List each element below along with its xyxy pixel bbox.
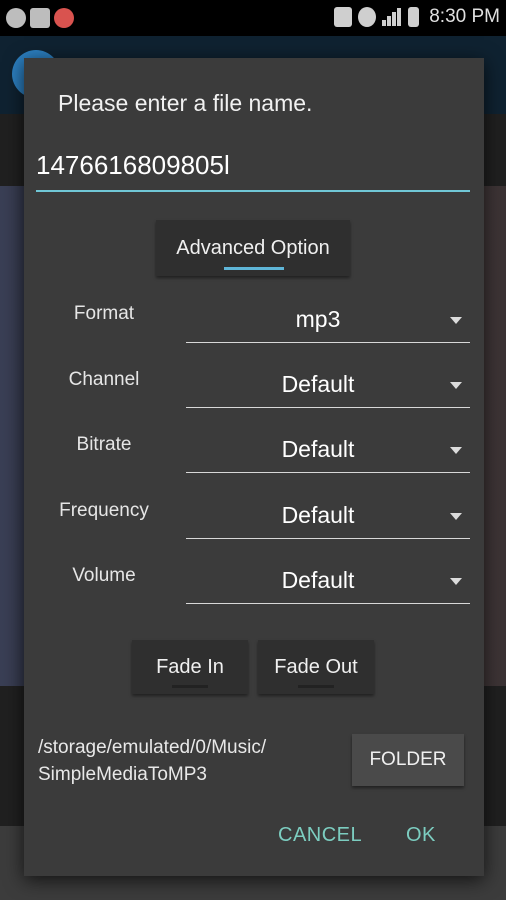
- folder-button[interactable]: FOLDER: [352, 734, 464, 786]
- bitrate-label: Bitrate: [76, 434, 132, 455]
- image-icon: [30, 8, 50, 28]
- channel-dropdown[interactable]: Default: [186, 363, 470, 408]
- volume-value: Default: [281, 567, 355, 593]
- toggle-indicator: [172, 685, 208, 688]
- notification-icons: [6, 8, 74, 28]
- dropdown-arrow-icon: [450, 447, 462, 454]
- dropdown-arrow-icon: [450, 513, 462, 520]
- frequency-dropdown[interactable]: Default: [186, 494, 470, 539]
- frequency-value: Default: [281, 502, 355, 528]
- dropdown-arrow-icon: [450, 578, 462, 585]
- sync-icon: [6, 8, 26, 28]
- fade-in-button[interactable]: Fade In: [132, 640, 248, 694]
- volume-label: Volume: [72, 565, 136, 586]
- filename-input[interactable]: [36, 144, 470, 192]
- format-label: Format: [73, 303, 135, 324]
- dropdown-arrow-icon: [450, 382, 462, 389]
- advanced-option-label: Advanced Option: [176, 236, 330, 259]
- settings-icon: [358, 7, 377, 27]
- dialog-title: Please enter a file name.: [58, 90, 313, 116]
- format-value: mp3: [295, 306, 341, 332]
- record-icon: [54, 8, 74, 28]
- system-icons: 8:30 PM: [334, 6, 500, 28]
- channel-label: Channel: [68, 369, 140, 390]
- signal-icon: [382, 8, 402, 26]
- save-path-text: /storage/emulated/0/Music/ SimpleMediaTo…: [38, 737, 267, 785]
- save-dialog: Please enter a file name. Advanced Optio…: [24, 58, 484, 876]
- bitrate-value: Default: [281, 436, 355, 462]
- bitrate-dropdown[interactable]: Default: [186, 428, 470, 473]
- advanced-option-button[interactable]: Advanced Option: [156, 220, 350, 276]
- fade-out-button[interactable]: Fade Out: [258, 640, 374, 694]
- status-bar: 8:30 PM: [0, 0, 506, 36]
- frequency-label: Frequency: [59, 500, 149, 521]
- channel-value: Default: [281, 371, 355, 397]
- format-dropdown[interactable]: mp3: [186, 298, 470, 343]
- ok-button[interactable]: OK: [406, 824, 436, 847]
- vibrate-icon: [334, 7, 353, 27]
- volume-dropdown[interactable]: Default: [186, 559, 470, 604]
- fade-out-label: Fade Out: [274, 655, 358, 678]
- clock: 8:30 PM: [429, 6, 500, 27]
- toggle-indicator: [224, 267, 284, 270]
- cancel-button[interactable]: CANCEL: [278, 824, 362, 847]
- battery-icon: [408, 7, 420, 27]
- fade-in-label: Fade In: [156, 655, 224, 678]
- toggle-indicator: [298, 685, 334, 688]
- dropdown-arrow-icon: [450, 317, 462, 324]
